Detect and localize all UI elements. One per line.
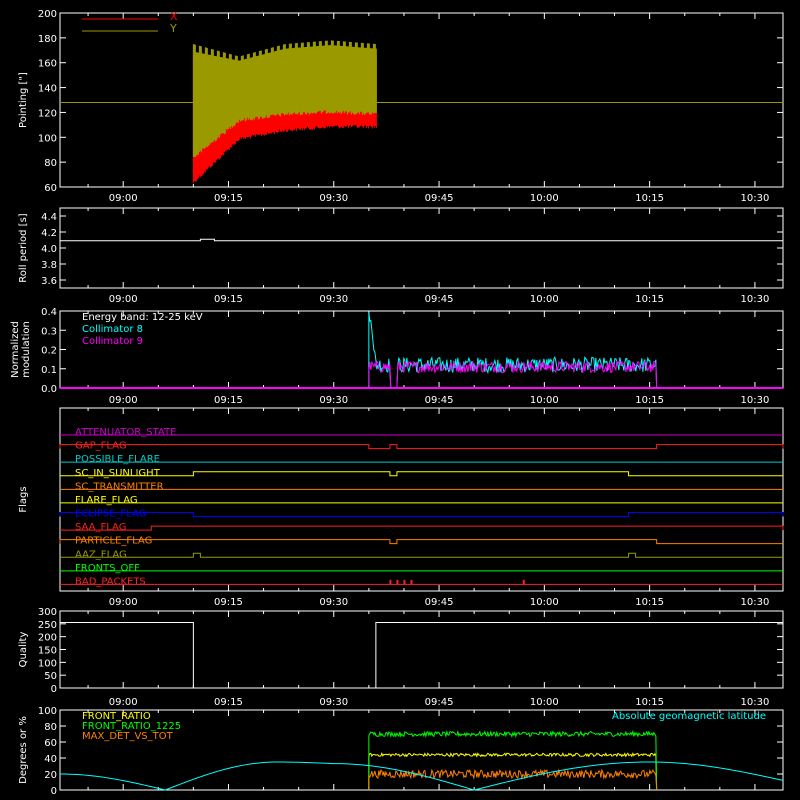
y-tick-label: 0.1 <box>41 365 57 376</box>
x-tick-label: 09:30 <box>319 395 348 406</box>
x-tick-label: 09:30 <box>319 294 348 305</box>
y-tick-label: 80 <box>44 158 57 169</box>
y-axis-label-group: Normalized modulation <box>10 321 32 378</box>
x-tick-label: 10:30 <box>741 395 770 406</box>
x-tick-label: 09:15 <box>214 294 243 305</box>
legend-label: Energy band: 12-25 keV <box>82 312 203 323</box>
y-tick-label: 4.4 <box>41 212 57 223</box>
right-legend-label: Absolute geomagnetic latitude <box>612 711 766 722</box>
y-tick-label: 4.0 <box>41 244 57 255</box>
y-tick-label: 3.6 <box>41 276 57 287</box>
y-axis-label: Flags <box>18 486 29 512</box>
flag-label: SC_TRANSMITTER <box>75 481 164 492</box>
y-axis-label: Normalized <box>10 321 21 378</box>
y-axis-label: Quality <box>18 632 29 668</box>
legend-label: Collimator 8 <box>82 324 143 335</box>
legend-label: MAX_DET_VS_TOT <box>82 731 174 742</box>
flag-label: PARTICLE_FLAG <box>75 536 152 547</box>
x-tick-label: 10:00 <box>530 597 559 608</box>
y-tick-label: 0.2 <box>41 346 57 357</box>
y-tick-label: 4.2 <box>41 228 57 239</box>
x-tick-label: 10:30 <box>741 294 770 305</box>
flag-label: FRONTS_OFF <box>75 563 140 574</box>
x-tick-label: 10:00 <box>530 294 559 305</box>
y-tick-label: 180 <box>38 34 57 45</box>
x-tick-label: 09:45 <box>425 597 454 608</box>
x-tick-label: 09:15 <box>214 597 243 608</box>
y-tick-label: 0.3 <box>41 326 57 337</box>
y-tick-label: 50 <box>44 671 57 682</box>
x-tick-label: 10:15 <box>635 395 664 406</box>
x-tick-label: 09:00 <box>109 697 138 708</box>
flag-label: AAZ_FLAG <box>75 549 127 560</box>
y-tick-label: 140 <box>38 84 57 95</box>
x-tick-label: 09:45 <box>425 395 454 406</box>
y-tick-label: 0.0 <box>41 384 57 395</box>
y-tick-label: 60 <box>44 183 57 194</box>
y-tick-label: 20 <box>44 770 57 781</box>
x-tick-label: 10:15 <box>635 294 664 305</box>
x-tick-label: 10:30 <box>741 193 770 204</box>
x-tick-label: 10:30 <box>741 597 770 608</box>
x-tick-label: 09:00 <box>109 597 138 608</box>
y-axis-label: modulation <box>21 321 32 378</box>
x-tick-label: 09:45 <box>425 294 454 305</box>
y-tick-label: 0 <box>51 786 57 797</box>
x-tick-label: 09:30 <box>319 193 348 204</box>
x-tick-label: 09:15 <box>214 395 243 406</box>
y-tick-label: 3.8 <box>41 260 57 271</box>
y-tick-label: 150 <box>38 646 57 657</box>
y-tick-label: 160 <box>38 59 57 70</box>
y-tick-label: 60 <box>44 738 57 749</box>
x-tick-label: 10:15 <box>635 597 664 608</box>
y-tick-label: 80 <box>44 722 57 733</box>
y-axis-label: Degrees or % <box>18 716 29 784</box>
y-tick-label: 40 <box>44 754 57 765</box>
flag-label: GAP_FLAG <box>75 441 127 452</box>
y-tick-label: 100 <box>38 658 57 669</box>
x-tick-label: 09:30 <box>319 597 348 608</box>
x-tick-label: 09:30 <box>319 697 348 708</box>
x-tick-label: 09:00 <box>109 193 138 204</box>
quicklook-plot: 09:00 09:15 09:30 09:45 10:00 10:15 10:30 Point… <box>0 0 800 800</box>
x-tick-label: 09:00 <box>109 395 138 406</box>
x-tick-label: 10:00 <box>530 697 559 708</box>
x-tick-label: 09:15 <box>214 697 243 708</box>
y-tick-label: 120 <box>38 108 57 119</box>
y-tick-label: 200 <box>38 9 57 20</box>
x-tick-label: 09:15 <box>214 193 243 204</box>
flag-label: ECLIPSE_FLAG <box>75 509 146 520</box>
x-tick-label: 10:15 <box>635 697 664 708</box>
x-tick-label: 09:45 <box>425 193 454 204</box>
flag-label: BAD_PACKETS <box>75 576 146 587</box>
legend-label: Y <box>169 22 177 35</box>
x-tick-label: 10:15 <box>635 193 664 204</box>
y-tick-label: 200 <box>38 633 57 644</box>
y-tick-label: 300 <box>38 607 57 618</box>
y-tick-label: 0 <box>51 684 57 695</box>
flag-label: SAA_FLAG <box>75 522 126 533</box>
legend-label: Collimator 9 <box>82 336 143 347</box>
flag-label: ATTENUATOR_STATE <box>75 427 176 438</box>
flag-label: SC_IN_SUNLIGHT <box>75 468 161 479</box>
x-tick-label: 10:00 <box>530 395 559 406</box>
y-tick-label: 250 <box>38 620 57 631</box>
x-tick-label: 10:00 <box>530 193 559 204</box>
flag-label: FLARE_FLAG <box>75 495 138 506</box>
x-tick-label: 09:45 <box>425 697 454 708</box>
y-tick-label: 100 <box>38 133 57 144</box>
y-axis-label: Pointing ["] <box>18 72 29 128</box>
y-tick-label: 100 <box>38 706 57 717</box>
y-tick-label: 0.4 <box>41 307 57 318</box>
x-tick-label: 10:30 <box>741 697 770 708</box>
x-tick-label: 09:00 <box>109 294 138 305</box>
flag-label: POSSIBLE_FLARE <box>75 454 160 465</box>
y-axis-label: Roll period [s] <box>18 213 29 282</box>
